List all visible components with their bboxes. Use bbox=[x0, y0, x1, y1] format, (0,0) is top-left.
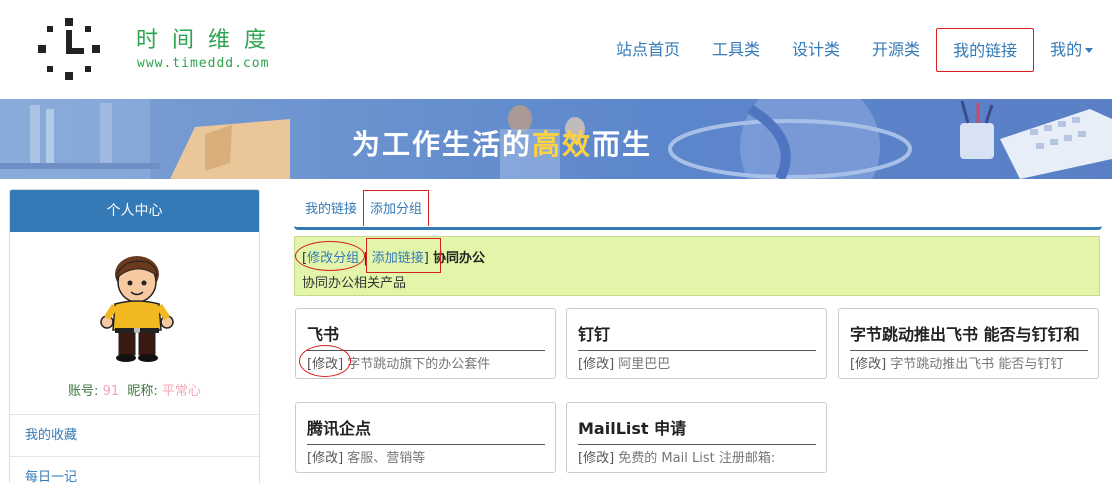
card-title[interactable]: 腾讯企点 bbox=[307, 415, 545, 445]
link-card-maillist[interactable]: MailList 申请 [修改] 免费的 Mail List 注册邮箱: bbox=[566, 402, 827, 473]
card-edit-link[interactable]: [修改] bbox=[578, 357, 614, 372]
card-title[interactable]: MailList 申请 bbox=[578, 415, 816, 445]
site-title[interactable]: 时间维度 bbox=[136, 22, 280, 54]
card-title[interactable]: 钉钉 bbox=[578, 321, 816, 351]
add-link-link[interactable]: 添加链接 bbox=[372, 251, 424, 266]
caret-down-icon bbox=[1085, 48, 1094, 53]
link-tabs: 我的链接 添加分组 bbox=[294, 190, 1102, 230]
nickname-label: 昵称: bbox=[127, 384, 158, 399]
banner: 为工作生活的高效而生 bbox=[0, 99, 1112, 179]
nickname-value: 平常心 bbox=[161, 384, 201, 399]
card-desc-text: 字节跳动推出飞书 能否与钉钉 bbox=[890, 357, 1064, 372]
nav-item-tools[interactable]: 工具类 bbox=[696, 28, 776, 72]
nav-item-opensource[interactable]: 开源类 bbox=[856, 28, 936, 72]
banner-text-highlight: 高效 bbox=[532, 128, 593, 161]
banner-text-before: 为工作生活的 bbox=[352, 128, 533, 161]
nav-item-design[interactable]: 设计类 bbox=[776, 28, 856, 72]
card-desc-text: 阿里巴巴 bbox=[618, 357, 671, 372]
edit-group-link[interactable]: 修改分组 bbox=[307, 251, 359, 266]
link-card-feishu[interactable]: 飞书 [修改] 字节跳动旗下的办公套件 bbox=[295, 308, 556, 379]
card-desc-text: 客服、营销等 bbox=[347, 451, 426, 466]
nav-item-home[interactable]: 站点首页 bbox=[600, 28, 696, 72]
card-desc-text: 字节跳动旗下的办公套件 bbox=[347, 357, 491, 372]
card-desc: [修改] 阿里巴巴 bbox=[578, 353, 818, 372]
sidebar-header: 个人中心 bbox=[10, 190, 259, 232]
nav-item-mine-dropdown[interactable]: 我的 bbox=[1034, 28, 1112, 72]
card-edit-link[interactable]: [修改] bbox=[307, 357, 343, 372]
card-edit-link[interactable]: [修改] bbox=[307, 451, 343, 466]
personal-center-panel: 个人中心 账号: 91 昵称: 平常心 我的收藏 每日一记 bbox=[9, 189, 260, 483]
group-name: 协同办公 bbox=[433, 251, 486, 266]
card-title[interactable]: 飞书 bbox=[307, 321, 545, 351]
card-edit-link[interactable]: [修改] bbox=[578, 451, 614, 466]
account-info: 账号: 91 昵称: 平常心 bbox=[10, 380, 259, 399]
group-actions: [修改分组 | 添加链接] 协同办公 bbox=[302, 251, 486, 266]
account-value: 91 bbox=[102, 384, 120, 399]
card-desc: [修改] 字节跳动推出飞书 能否与钉钉 bbox=[850, 353, 1090, 372]
link-card-dingtalk[interactable]: 钉钉 [修改] 阿里巴巴 bbox=[566, 308, 827, 379]
card-desc-text: 免费的 Mail List 注册邮箱: bbox=[618, 451, 776, 466]
nav-item-mine-label: 我的 bbox=[1050, 40, 1083, 59]
sidebar-item-favorites[interactable]: 我的收藏 bbox=[10, 414, 259, 456]
card-title[interactable]: 字节跳动推出飞书 能否与钉钉和 bbox=[850, 321, 1088, 351]
card-desc: [修改] 免费的 Mail List 注册邮箱: bbox=[578, 447, 818, 466]
card-desc: [修改] 字节跳动旗下的办公套件 bbox=[307, 353, 547, 372]
banner-text-after: 而生 bbox=[592, 128, 653, 161]
tab-my-links[interactable]: 我的链接 bbox=[305, 190, 357, 226]
avatar bbox=[100, 256, 174, 362]
card-edit-link[interactable]: [修改] bbox=[850, 357, 886, 372]
main-nav: 站点首页 工具类 设计类 开源类 我的链接 我的 bbox=[600, 28, 1112, 72]
nav-item-my-links[interactable]: 我的链接 bbox=[936, 28, 1035, 72]
group-separator: | bbox=[363, 251, 368, 266]
group-description: 协同办公相关产品 bbox=[302, 276, 407, 291]
sidebar-item-daily-note[interactable]: 每日一记 bbox=[10, 456, 259, 483]
tab-add-group[interactable]: 添加分组 bbox=[363, 190, 430, 226]
clock-logo-icon[interactable] bbox=[36, 16, 102, 82]
link-card-bytedance-feishu[interactable]: 字节跳动推出飞书 能否与钉钉和 [修改] 字节跳动推出飞书 能否与钉钉 bbox=[838, 308, 1099, 379]
site-header: 时间维度 www.timeddd.com 站点首页 工具类 设计类 开源类 我的… bbox=[0, 0, 1112, 99]
card-desc: [修改] 客服、营销等 bbox=[307, 447, 547, 466]
link-card-tencent-qidian[interactable]: 腾讯企点 [修改] 客服、营销等 bbox=[295, 402, 556, 473]
group-header: [修改分组 | 添加链接] 协同办公 协同办公相关产品 bbox=[294, 236, 1100, 296]
account-label: 账号: bbox=[68, 384, 99, 399]
site-url[interactable]: www.timeddd.com bbox=[137, 56, 269, 71]
banner-slogan: 为工作生活的高效而生 bbox=[352, 123, 652, 163]
